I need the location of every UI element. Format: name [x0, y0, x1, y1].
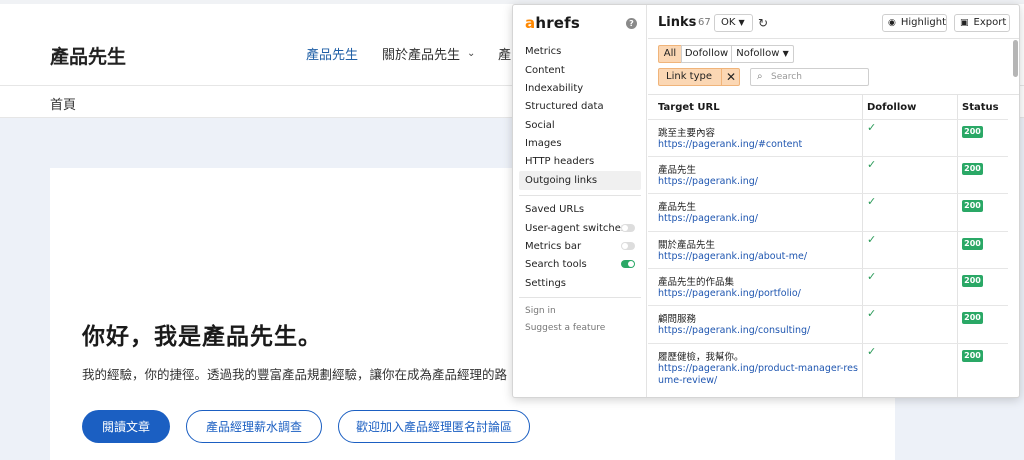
sidebar-item-images[interactable]: Images: [519, 134, 641, 153]
column-header-dofollow[interactable]: Dofollow: [867, 102, 916, 113]
nav-item-home[interactable]: 產品先生: [306, 44, 358, 63]
status-badge: 200: [962, 275, 983, 287]
suggest-feature-link[interactable]: Suggest a feature: [519, 319, 641, 338]
table-row: 產品先生 https://pagerank.ing/ ✓ 200: [648, 193, 1008, 231]
search-box[interactable]: ⌕: [750, 68, 869, 86]
segment-all[interactable]: All: [658, 45, 682, 63]
check-icon: ✓: [867, 345, 877, 358]
hero-title: 你好，我是產品先生。: [82, 324, 322, 350]
links-count: 67: [698, 17, 711, 28]
link-text: 跳至主要內容: [658, 128, 716, 139]
sidebar-item-metrics-bar[interactable]: Metrics bar: [519, 237, 641, 256]
eye-icon: ◉: [888, 18, 896, 28]
link-url[interactable]: https://pagerank.ing/about-me/: [658, 251, 858, 263]
refresh-icon[interactable]: ↻: [758, 16, 768, 30]
nav-item-about[interactable]: 關於產品先生 ⌄: [382, 44, 475, 63]
table-row: 產品先生 https://pagerank.ing/ ✓ 200: [648, 156, 1008, 193]
site-brand[interactable]: 產品先生: [50, 42, 126, 69]
sidebar-item-indexability[interactable]: Indexability: [519, 79, 641, 98]
user-agent-toggle[interactable]: [621, 224, 635, 232]
table-top-divider: [648, 94, 1019, 95]
search-tools-toggle[interactable]: [621, 260, 635, 268]
hero-subtitle: 我的經驗，你的捷徑。透過我的豐富產品規劃經驗，讓你在成為產品經理的路: [82, 367, 508, 382]
sidebar-item-content[interactable]: Content: [519, 61, 641, 80]
export-icon: ▣: [960, 18, 969, 28]
sidebar-item-http-headers[interactable]: HTTP headers: [519, 152, 641, 171]
ahrefs-logo: ahrefs: [525, 14, 581, 32]
caret-down-icon: ▼: [782, 49, 789, 58]
link-type-filter-chip[interactable]: Link type ✕: [658, 68, 740, 86]
link-url[interactable]: https://pagerank.ing/: [658, 176, 858, 188]
highlight-button[interactable]: ◉ Highlight: [882, 14, 947, 32]
sidebar-item-social[interactable]: Social: [519, 116, 641, 135]
sidebar-item-saved-urls[interactable]: Saved URLs: [519, 200, 641, 219]
sidebar-item-outgoing-links[interactable]: Outgoing links: [519, 171, 641, 190]
link-url[interactable]: https://pagerank.ing/product-manager-res…: [658, 363, 858, 387]
links-panel: Links 67 OK ▼ ↻ ◉ Highlight ▣ Export All Do…: [648, 5, 1019, 397]
column-header-target-url[interactable]: Target URL: [658, 102, 720, 113]
link-text: 關於產品先生: [658, 240, 716, 251]
sidebar-item-metrics[interactable]: Metrics: [519, 42, 641, 61]
status-badge: 200: [962, 238, 983, 250]
check-icon: ✓: [867, 270, 877, 283]
join-forum-button[interactable]: 歡迎加入產品經理匿名討論區: [338, 410, 530, 443]
status-badge: 200: [962, 200, 983, 212]
table-row: 關於產品先生 https://pagerank.ing/about-me/ ✓ …: [648, 231, 1008, 268]
segment-dofollow[interactable]: Dofollow: [681, 45, 732, 63]
link-text: 履歷健檢，我幫你。: [658, 352, 744, 363]
sidebar-item-user-agent-switcher[interactable]: User-agent switcher: [519, 219, 641, 238]
status-badge: 200: [962, 163, 983, 175]
check-icon: ✓: [867, 121, 877, 134]
nav-item-partial[interactable]: 產: [498, 44, 511, 63]
check-icon: ✓: [867, 195, 877, 208]
help-icon[interactable]: ?: [626, 18, 637, 29]
ok-dropdown[interactable]: OK ▼: [714, 14, 753, 32]
search-input[interactable]: [771, 70, 865, 84]
link-text: 產品先生的作品集: [658, 277, 735, 288]
export-button[interactable]: ▣ Export: [954, 14, 1010, 32]
table-row: 顧問服務 https://pagerank.ing/consulting/ ✓ …: [648, 305, 1008, 343]
check-icon: ✓: [867, 158, 877, 171]
link-text: 顧問服務: [658, 314, 697, 325]
link-url[interactable]: https://pagerank.ing/: [658, 213, 858, 225]
sidebar-item-search-tools[interactable]: Search tools: [519, 255, 641, 274]
search-icon: ⌕: [757, 71, 763, 82]
ahrefs-extension-panel: ahrefs ? Metrics Content Indexability St…: [512, 4, 1020, 398]
table-row: 跳至主要內容 https://pagerank.ing/#content ✓ 2…: [648, 119, 1008, 156]
sidebar-item-structured-data[interactable]: Structured data: [519, 97, 641, 116]
read-articles-button[interactable]: 閱讀文章: [82, 410, 170, 443]
close-icon[interactable]: ✕: [726, 69, 736, 85]
link-text: 產品先生: [658, 165, 697, 176]
chevron-down-icon: ⌄: [467, 48, 476, 59]
sidebar-divider: [519, 297, 641, 298]
chip-separator: [721, 69, 722, 85]
caret-down-icon: ▼: [738, 18, 745, 27]
table-row: 產品先生的作品集 https://pagerank.ing/portfolio/…: [648, 268, 1008, 305]
header-divider: [648, 38, 1019, 39]
sidebar-divider: [519, 195, 641, 196]
check-icon: ✓: [867, 233, 877, 246]
status-badge: 200: [962, 126, 983, 138]
links-title: Links: [658, 15, 697, 30]
link-url[interactable]: https://pagerank.ing/portfolio/: [658, 288, 858, 300]
column-header-status[interactable]: Status: [962, 102, 999, 113]
salary-survey-button[interactable]: 產品經理薪水調查: [186, 410, 322, 443]
check-icon: ✓: [867, 307, 877, 320]
sidebar-item-settings[interactable]: Settings: [519, 274, 641, 293]
status-badge: 200: [962, 312, 983, 324]
link-text: 產品先生: [658, 202, 697, 213]
link-url[interactable]: https://pagerank.ing/#content: [658, 139, 858, 151]
metrics-bar-toggle[interactable]: [621, 242, 635, 250]
table-row: 履歷健檢，我幫你。 https://pagerank.ing/product-m…: [648, 343, 1008, 397]
scrollbar-thumb[interactable]: [1013, 40, 1018, 77]
segment-nofollow[interactable]: Nofollow ▼: [731, 45, 794, 63]
breadcrumb[interactable]: 首頁: [50, 94, 76, 113]
status-badge: 200: [962, 350, 983, 362]
link-url[interactable]: https://pagerank.ing/consulting/: [658, 325, 858, 337]
ahrefs-sidebar: ahrefs ? Metrics Content Indexability St…: [513, 5, 647, 397]
